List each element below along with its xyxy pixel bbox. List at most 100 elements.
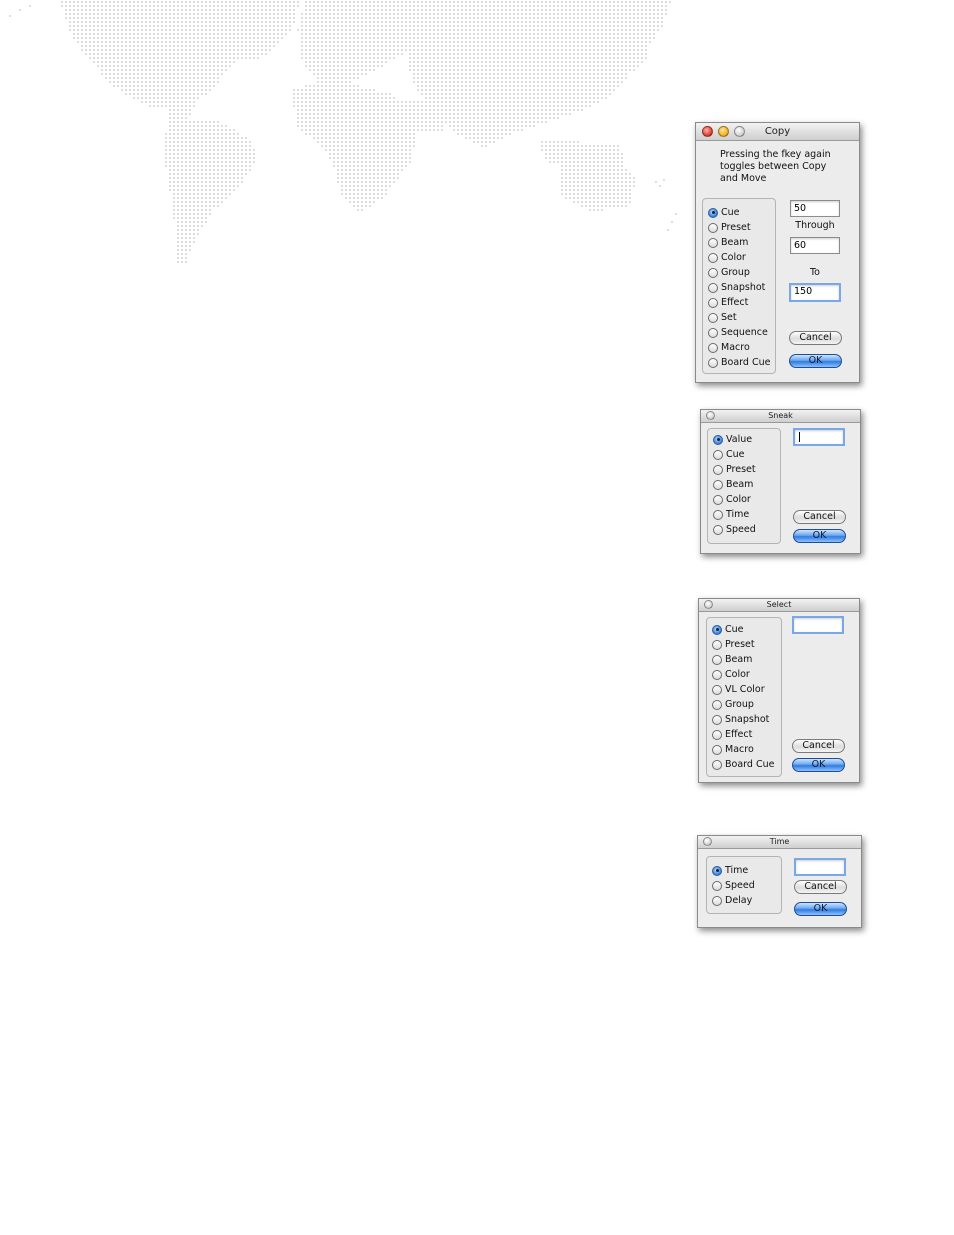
radio-icon — [712, 669, 722, 680]
radio-selected-icon — [713, 434, 723, 445]
copy-message: Pressing the fkey again toggles between … — [720, 149, 831, 185]
radio-icon — [708, 282, 718, 293]
sneak-option-value[interactable]: Value — [713, 432, 752, 447]
option-label: Sequence — [721, 327, 768, 338]
minimize-icon[interactable] — [718, 126, 729, 137]
option-label: Delay — [725, 895, 753, 906]
sneak-option-time[interactable]: Time — [713, 507, 749, 522]
radio-icon — [708, 342, 718, 353]
time-option-delay[interactable]: Delay — [712, 893, 752, 908]
select-option-beam[interactable]: Beam — [712, 652, 752, 667]
close-icon[interactable] — [706, 411, 715, 420]
select-option-snapshot[interactable]: Snapshot — [712, 712, 769, 727]
option-label: Beam — [725, 654, 753, 665]
copy-titlebar[interactable]: Copy — [696, 123, 859, 141]
sneak-title: Sneak — [768, 411, 793, 420]
copy-option-sequence[interactable]: Sequence — [708, 325, 768, 340]
select-option-group[interactable]: Group — [712, 697, 754, 712]
copy-cancel-button[interactable]: Cancel — [789, 331, 842, 345]
close-icon[interactable] — [704, 600, 713, 609]
option-label: Beam — [721, 237, 749, 248]
sneak-cancel-button[interactable]: Cancel — [793, 510, 846, 524]
option-label: Preset — [725, 639, 755, 650]
option-label: Cue — [725, 624, 744, 635]
select-option-effect[interactable]: Effect — [712, 727, 752, 742]
option-label: Group — [725, 699, 754, 710]
time-dialog: Time Time Speed Delay Cancel OK — [697, 835, 862, 928]
option-label: Preset — [726, 464, 756, 475]
select-option-cue[interactable]: Cue — [712, 622, 744, 637]
time-ok-button[interactable]: OK — [794, 902, 847, 916]
option-label: Color — [725, 669, 750, 680]
sneak-type-group: Value Cue Preset Beam Color Time Speed — [707, 428, 781, 544]
copy-option-color[interactable]: Color — [708, 250, 746, 265]
copy-option-beam[interactable]: Beam — [708, 235, 748, 250]
copy-option-set[interactable]: Set — [708, 310, 737, 325]
radio-icon — [713, 524, 723, 535]
select-option-board-cue[interactable]: Board Cue — [712, 757, 774, 772]
copy-option-board-cue[interactable]: Board Cue — [708, 355, 770, 370]
radio-icon — [712, 684, 722, 695]
copy-through-field[interactable]: 60 — [790, 237, 840, 254]
select-input[interactable] — [792, 616, 844, 634]
radio-icon — [708, 237, 718, 248]
copy-option-cue[interactable]: Cue — [708, 205, 740, 220]
option-label: Snapshot — [725, 714, 770, 725]
select-title: Select — [766, 600, 792, 609]
option-label: Time — [725, 865, 749, 876]
radio-icon — [708, 252, 718, 263]
copy-option-macro[interactable]: Macro — [708, 340, 750, 355]
option-label: Color — [726, 494, 751, 505]
sneak-ok-button[interactable]: OK — [793, 529, 846, 543]
sneak-input[interactable] — [793, 428, 845, 446]
select-ok-button[interactable]: OK — [792, 758, 845, 772]
sneak-titlebar[interactable]: Sneak — [701, 410, 860, 423]
sneak-option-color[interactable]: Color — [713, 492, 751, 507]
copy-option-effect[interactable]: Effect — [708, 295, 748, 310]
radio-icon — [712, 744, 722, 755]
option-label: Speed — [726, 524, 756, 535]
radio-icon — [713, 509, 723, 520]
sneak-option-cue[interactable]: Cue — [713, 447, 745, 462]
radio-icon — [712, 880, 722, 891]
copy-option-snapshot[interactable]: Snapshot — [708, 280, 765, 295]
select-cancel-button[interactable]: Cancel — [792, 739, 845, 753]
radio-selected-icon — [712, 865, 722, 876]
radio-icon — [712, 895, 722, 906]
radio-icon — [708, 357, 718, 368]
option-label: Effect — [721, 297, 749, 308]
close-icon[interactable] — [703, 837, 712, 846]
select-type-group: Cue Preset Beam Color VL Color Group Sna… — [706, 617, 782, 777]
radio-icon — [712, 654, 722, 665]
select-option-color[interactable]: Color — [712, 667, 750, 682]
option-label: Group — [721, 267, 750, 278]
option-label: Effect — [725, 729, 753, 740]
time-titlebar[interactable]: Time — [698, 836, 861, 849]
sneak-option-speed[interactable]: Speed — [713, 522, 756, 537]
copy-to-field[interactable]: 150 — [789, 283, 841, 302]
radio-icon — [712, 729, 722, 740]
zoom-icon[interactable] — [734, 126, 745, 137]
time-option-speed[interactable]: Speed — [712, 878, 755, 893]
radio-icon — [712, 759, 722, 770]
select-option-preset[interactable]: Preset — [712, 637, 755, 652]
time-option-time[interactable]: Time — [712, 863, 748, 878]
select-titlebar[interactable]: Select — [699, 599, 859, 612]
copy-ok-button[interactable]: OK — [789, 354, 842, 368]
option-label: VL Color — [725, 684, 765, 695]
copy-option-group[interactable]: Group — [708, 265, 750, 280]
option-label: Beam — [726, 479, 754, 490]
option-label: Macro — [725, 744, 754, 755]
copy-from-field[interactable]: 50 — [790, 200, 840, 217]
time-cancel-button[interactable]: Cancel — [794, 880, 847, 894]
time-input[interactable] — [794, 858, 846, 876]
sneak-option-preset[interactable]: Preset — [713, 462, 756, 477]
select-option-vl-color[interactable]: VL Color — [712, 682, 765, 697]
select-option-macro[interactable]: Macro — [712, 742, 754, 757]
copy-option-preset[interactable]: Preset — [708, 220, 751, 235]
sneak-option-beam[interactable]: Beam — [713, 477, 753, 492]
copy-dialog: Copy Pressing the fkey again toggles bet… — [695, 122, 860, 383]
close-icon[interactable] — [702, 126, 713, 137]
option-label: Board Cue — [721, 357, 771, 368]
radio-icon — [713, 479, 723, 490]
